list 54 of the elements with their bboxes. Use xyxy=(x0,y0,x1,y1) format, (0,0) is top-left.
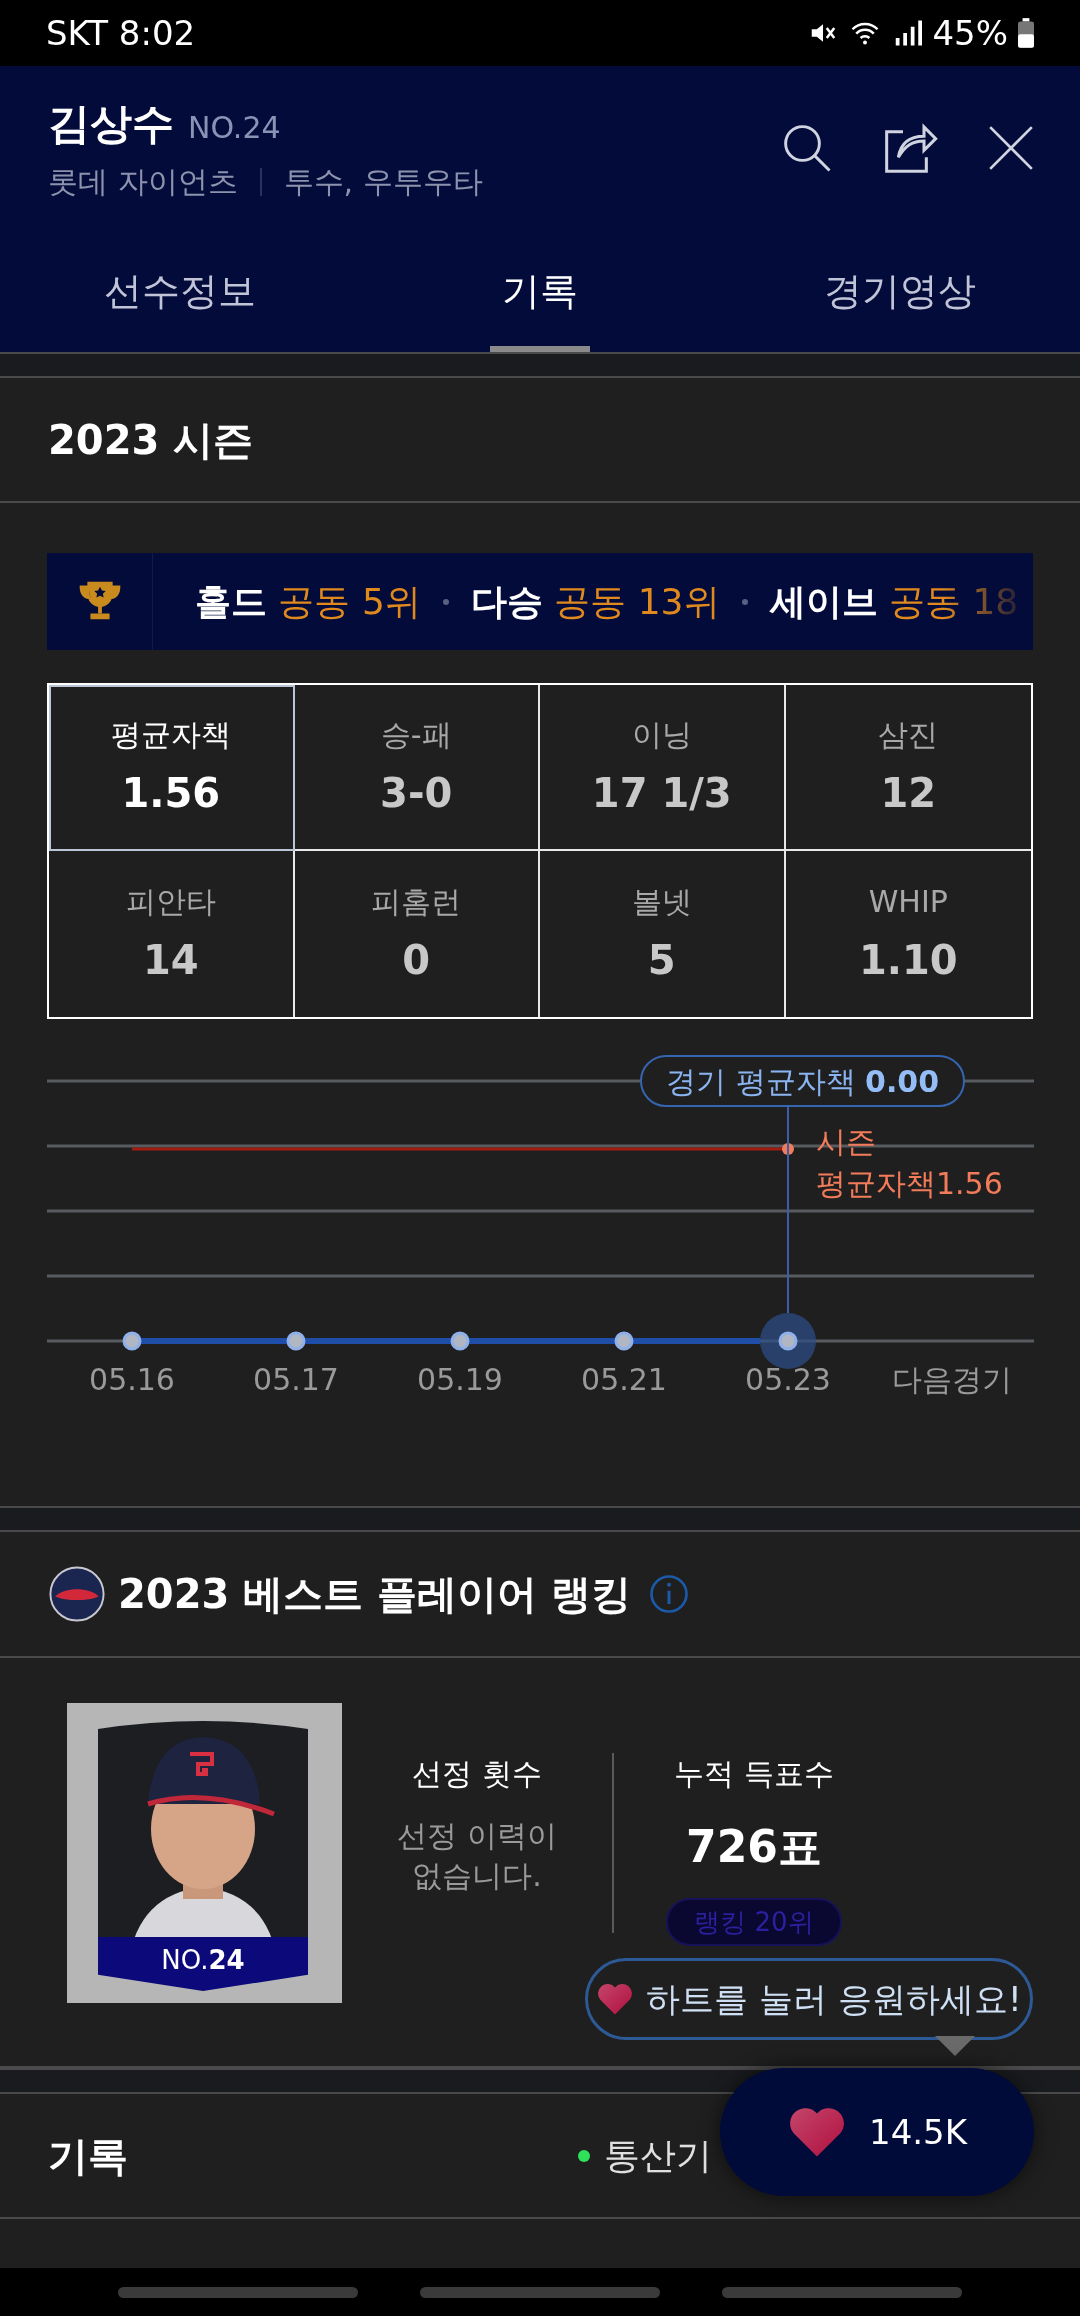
card-number: NO.24 xyxy=(161,1943,245,1977)
player-position: 투수, 우투우타 xyxy=(283,163,483,201)
nav-handle[interactable] xyxy=(118,2286,358,2298)
rank-badge: 랭킹 20위 xyxy=(666,1898,842,1946)
vote-count: 726표 xyxy=(686,1820,822,1874)
team-name: 롯데 자이언츠 xyxy=(48,163,238,201)
ranking-item: 홀드 공동 5위 xyxy=(195,579,421,624)
info-icon[interactable] xyxy=(649,1574,690,1614)
cheer-tooltip: 하트를 눌러 응원하세요! xyxy=(585,1958,1033,2040)
stat-cell[interactable]: 피홈런 0 xyxy=(294,851,540,1017)
ranking-item: 다승 공동 13위 xyxy=(470,579,720,624)
axis-label: 05.19 xyxy=(417,1361,503,1399)
tab[interactable]: 기록 xyxy=(360,230,720,352)
season-average-label: 시즌 평균자책1.56 xyxy=(816,1123,1004,1203)
axis-label: 05.23 xyxy=(745,1361,831,1399)
tab[interactable]: 선수정보 xyxy=(0,230,360,352)
player-name: 김상수 xyxy=(48,98,174,150)
section-title: 기록 xyxy=(48,2131,129,2181)
battery-icon xyxy=(1018,18,1034,48)
nav-handle[interactable] xyxy=(722,2286,962,2298)
axis-label: 05.17 xyxy=(253,1361,339,1399)
nav-handle[interactable] xyxy=(420,2286,660,2298)
section-title: 2023 베스트 플레이어 랭킹 xyxy=(118,1570,632,1619)
empty-message: 선정 이력이 없습니다. xyxy=(396,1817,558,1895)
chart-tooltip: 경기 평균자책 0.00 xyxy=(640,1055,966,1107)
stat-cell[interactable]: 볼넷 5 xyxy=(540,851,786,1017)
heart-icon xyxy=(787,2105,847,2159)
section-title: 2023 시즌 xyxy=(48,415,254,465)
battery-level: 45% xyxy=(932,11,1008,55)
stat-label: 선정 횟수 xyxy=(412,1755,542,1793)
heart-icon xyxy=(596,1982,635,2016)
ranking-item: 세이브 공동 18 xyxy=(769,579,1019,624)
data-point[interactable] xyxy=(122,1331,142,1351)
data-point[interactable] xyxy=(778,1331,798,1351)
cheer-button[interactable]: 14.5K xyxy=(720,2068,1034,2196)
tab[interactable]: 경기영상 xyxy=(720,230,1080,352)
stat-label: 누적 득표수 xyxy=(674,1755,834,1793)
axis-label: 다음경기 xyxy=(892,1361,1012,1399)
stat-cell[interactable]: 삼진 12 xyxy=(785,685,1031,851)
data-point[interactable] xyxy=(450,1331,470,1351)
filter-option[interactable]: 통산기 xyxy=(578,2128,712,2183)
player-number: NO.24 xyxy=(188,109,281,147)
stat-cell[interactable]: 승-패 3-0 xyxy=(294,685,540,851)
data-point[interactable] xyxy=(286,1331,306,1351)
stat-cell[interactable]: WHIP 1.10 xyxy=(785,851,1031,1017)
stat-cell[interactable]: 피안타 14 xyxy=(49,851,295,1017)
stat-cell[interactable]: 이닝 17 1/3 xyxy=(540,685,786,851)
data-point[interactable] xyxy=(614,1331,634,1351)
season-average-point xyxy=(782,1143,794,1155)
axis-label: 05.21 xyxy=(581,1361,667,1399)
team-logo-icon xyxy=(48,1565,106,1623)
carrier-time: SKT 8:02 xyxy=(46,11,196,55)
axis-label: 05.16 xyxy=(89,1361,175,1399)
stat-cell[interactable]: 평균자책 1.56 xyxy=(49,685,295,851)
